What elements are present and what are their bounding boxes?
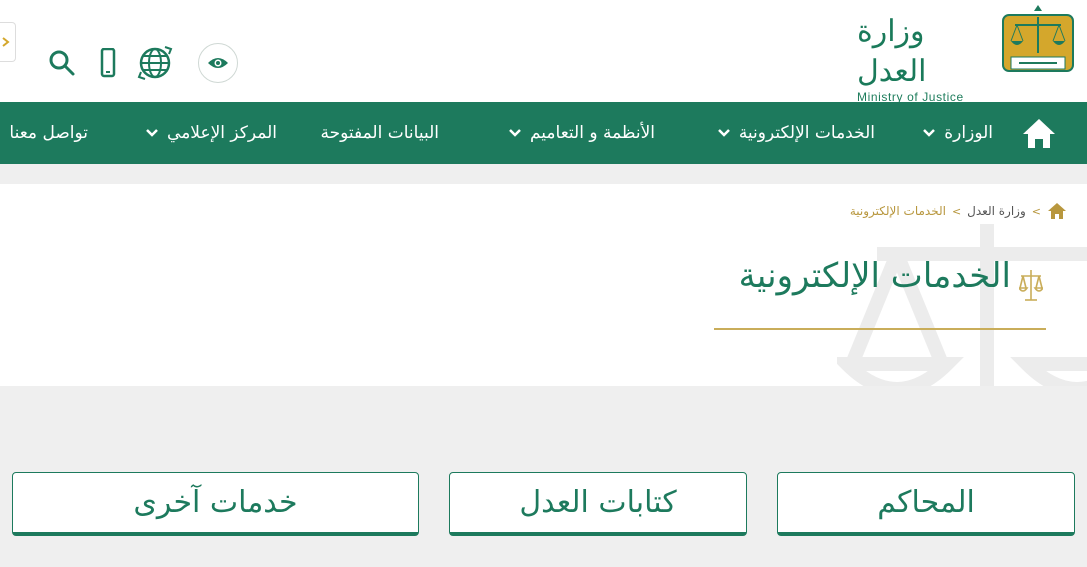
- nav-item-label: الخدمات الإلكترونية: [738, 123, 875, 143]
- nav-item-label: الوزارة: [944, 123, 993, 143]
- accessibility-button[interactable]: [198, 43, 238, 83]
- scales-icon: [1019, 270, 1043, 301]
- nav-item-open-data[interactable]: البيانات المفتوحة: [320, 102, 439, 164]
- nav-item-label: الأنظمة و التعاميم: [529, 123, 655, 143]
- nav-item-ministry[interactable]: الوزارة: [922, 102, 993, 164]
- search-button[interactable]: [46, 40, 78, 86]
- main-navigation: الوزارة الخدمات الإلكترونية الأنظمة و ال…: [0, 102, 1087, 164]
- mobile-icon: [100, 48, 116, 78]
- nav-item-label: المركز الإعلامي: [167, 123, 277, 143]
- chevron-down-icon: [508, 128, 522, 138]
- breadcrumb-link-ministry[interactable]: وزارة العدل: [967, 204, 1026, 218]
- page-header: > وزارة العدل > الخدمات الإلكترونية الخد…: [0, 184, 1087, 386]
- scales-emblem-icon: [1002, 5, 1074, 72]
- card-label: خدمات آخرى: [133, 485, 298, 520]
- card-label: كتابات العدل: [519, 485, 677, 520]
- header-tools: [0, 40, 260, 86]
- breadcrumb-separator: >: [1031, 204, 1041, 218]
- breadcrumb-separator: >: [951, 204, 962, 218]
- notaries-card-button[interactable]: كتابات العدل: [449, 472, 747, 536]
- globe-icon: [137, 46, 173, 80]
- mobile-app-button[interactable]: [98, 40, 118, 86]
- nav-item-regulations[interactable]: الأنظمة و التعاميم: [508, 102, 655, 164]
- chevron-down-icon: [922, 128, 936, 138]
- title-underline: [714, 328, 1046, 330]
- nav-item-label: البيانات المفتوحة: [320, 123, 439, 143]
- courts-card-button[interactable]: المحاكم: [777, 472, 1075, 536]
- home-icon[interactable]: [1047, 202, 1067, 220]
- nav-item-label: تواصل معنا: [9, 123, 88, 143]
- breadcrumb-current: الخدمات الإلكترونية: [849, 204, 946, 218]
- nav-item-e-services[interactable]: الخدمات الإلكترونية: [717, 102, 875, 164]
- chevron-down-icon: [145, 128, 159, 138]
- top-header: وزارة العدل Ministry of Justice: [0, 0, 1087, 104]
- logo-arabic-name: وزارة العدل: [857, 14, 927, 89]
- chevron-down-icon: [717, 128, 731, 138]
- breadcrumb: > وزارة العدل > الخدمات الإلكترونية: [850, 202, 1067, 220]
- scales-watermark-icon: [837, 224, 1087, 386]
- search-icon: [49, 50, 75, 76]
- home-icon[interactable]: [1021, 116, 1057, 150]
- ministry-logo[interactable]: وزارة العدل Ministry of Justice: [857, 0, 1087, 104]
- other-services-card-button[interactable]: خدمات آخرى: [12, 472, 419, 536]
- language-button[interactable]: [136, 40, 174, 86]
- nav-item-contact[interactable]: تواصل معنا: [9, 102, 88, 164]
- eye-icon: [208, 58, 228, 68]
- card-label: المحاكم: [877, 485, 975, 520]
- nav-item-media-center[interactable]: المركز الإعلامي: [145, 102, 277, 164]
- logo-text: وزارة العدل Ministry of Justice: [857, 12, 989, 104]
- page-title: الخدمات الإلكترونية: [738, 256, 1011, 296]
